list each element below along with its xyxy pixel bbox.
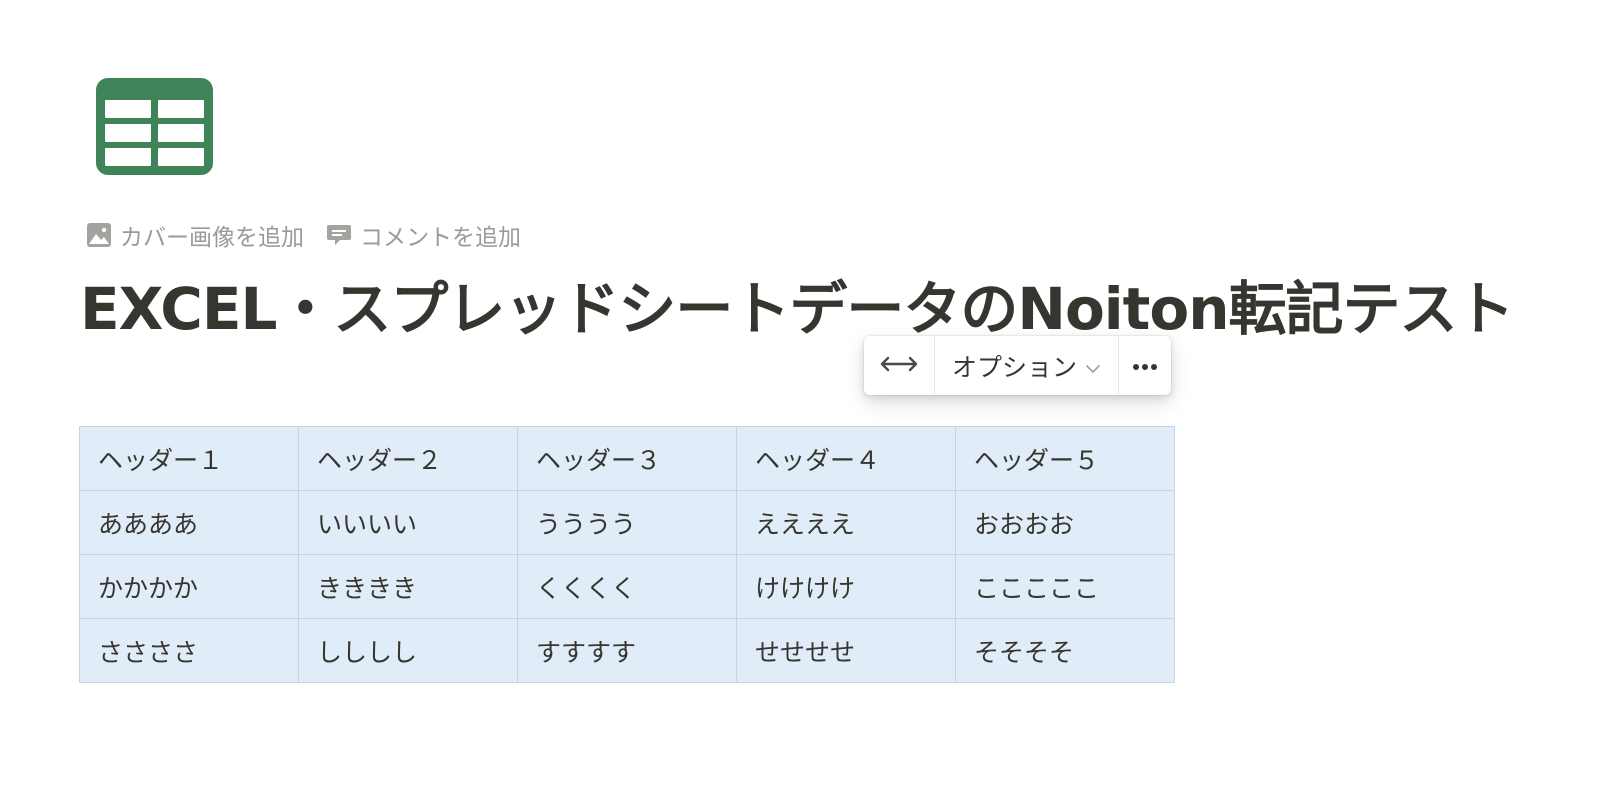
icon-cell (105, 100, 151, 118)
table-cell[interactable]: おおおお (955, 490, 1175, 555)
chevron-down-icon (1085, 351, 1101, 380)
table-cell[interactable]: そそそそ (955, 618, 1175, 683)
spreadsheet-icon[interactable] (96, 78, 213, 175)
table-row: ああああ いいいい うううう ええええ おおおお (79, 490, 1175, 555)
table-cell[interactable]: ヘッダー１ (79, 426, 299, 491)
page-title[interactable]: EXCEL・スプレッドシートデータのNoiton転記テスト (80, 262, 1515, 346)
table-cell[interactable]: かかかか (79, 554, 299, 619)
add-cover-label: カバー画像を追加 (120, 225, 304, 251)
table-cell[interactable]: きききき (298, 554, 518, 619)
icon-cell (158, 148, 204, 166)
table-cell[interactable]: しししし (298, 618, 518, 683)
page-controls: カバー画像を追加 コメントを追加 (86, 218, 521, 252)
table-row: かかかか きききき くくくく けけけけ こここここ (79, 554, 1175, 619)
icon-cell (105, 148, 151, 166)
table-cell[interactable]: けけけけ (736, 554, 956, 619)
icon-cell (105, 124, 151, 142)
block-toolbar: オプション (864, 336, 1171, 395)
add-cover-button[interactable]: カバー画像を追加 (86, 218, 304, 252)
table-cell[interactable]: すすすす (517, 618, 737, 683)
table-cell[interactable]: ヘッダー４ (736, 426, 956, 491)
table-cell[interactable]: いいいい (298, 490, 518, 555)
table-row: ささささ しししし すすすす せせせせ そそそそ (79, 618, 1175, 683)
options-label: オプション (951, 352, 1077, 382)
table-cell[interactable]: ああああ (79, 490, 299, 555)
more-dots-icon (1132, 356, 1158, 375)
table-cell[interactable]: ヘッダー３ (517, 426, 737, 491)
arrows-horizontal-icon (880, 355, 918, 377)
page: カバー画像を追加 コメントを追加 EXCEL・スプレッドシートデータのNoito… (0, 0, 1615, 794)
table-cell[interactable]: こここここ (955, 554, 1175, 619)
table-cell[interactable]: くくくく (517, 554, 737, 619)
comment-icon (326, 222, 352, 248)
options-dropdown[interactable]: オプション (934, 336, 1118, 395)
add-comment-label: コメントを追加 (360, 225, 521, 251)
table-cell[interactable]: ええええ (736, 490, 956, 555)
image-icon (86, 222, 112, 248)
table-cell[interactable]: ヘッダー５ (955, 426, 1175, 491)
table-cell[interactable]: うううう (517, 490, 737, 555)
data-table: ヘッダー１ ヘッダー２ ヘッダー３ ヘッダー４ ヘッダー５ ああああ いいいい … (79, 426, 1175, 683)
width-toggle-button[interactable] (864, 336, 934, 395)
table-header-row: ヘッダー１ ヘッダー２ ヘッダー３ ヘッダー４ ヘッダー５ (79, 426, 1175, 491)
table-cell[interactable]: ヘッダー２ (298, 426, 518, 491)
icon-cell (158, 124, 204, 142)
add-comment-button[interactable]: コメントを追加 (326, 218, 521, 252)
table-cell[interactable]: せせせせ (736, 618, 956, 683)
table-cell[interactable]: ささささ (79, 618, 299, 683)
more-options-button[interactable] (1118, 336, 1171, 395)
icon-cell (158, 100, 204, 118)
